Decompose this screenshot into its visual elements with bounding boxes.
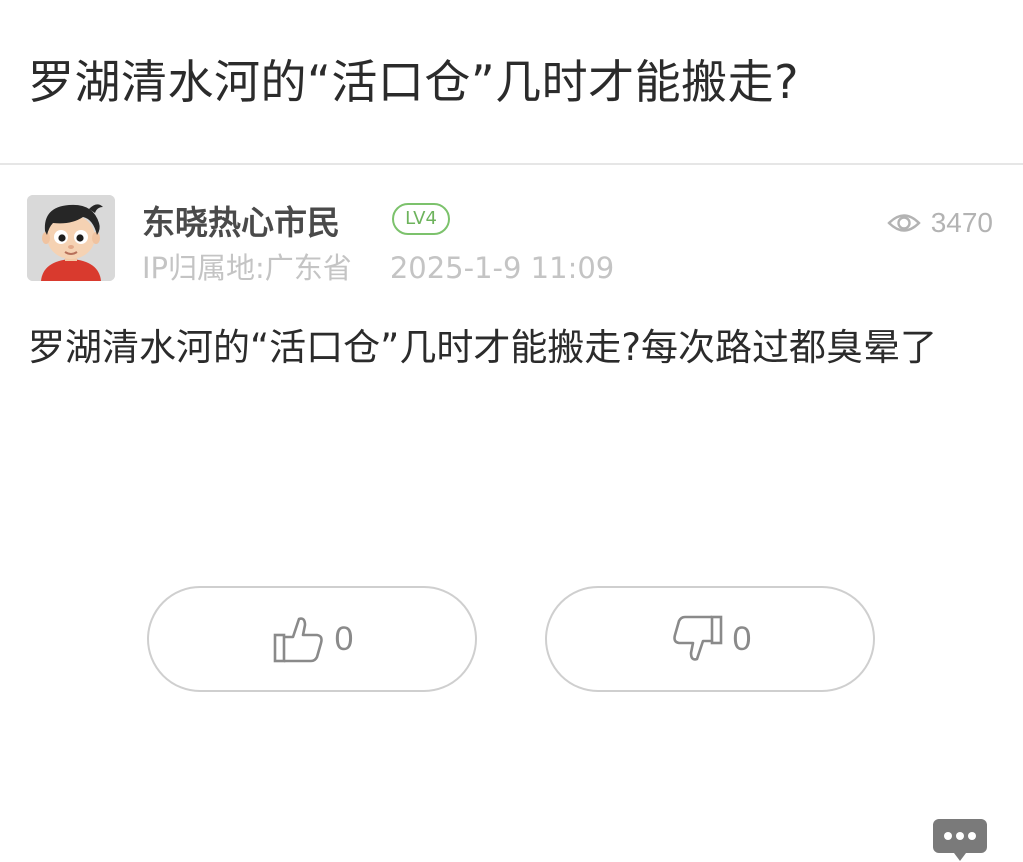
post-page: 罗湖清水河的“活口仓”几时才能搬走? 东晓热心市民 LV4 IP归属地:广东省 … (0, 0, 1023, 862)
view-count-value: 3470 (930, 207, 993, 238)
ip-location: IP归属地:广东省 (142, 251, 352, 285)
view-count: 3470 (887, 205, 993, 241)
title-bar: 罗湖清水河的“活口仓”几时才能搬走? (0, 0, 1023, 165)
comment-button[interactable] (932, 818, 988, 862)
post-datetime: 2025-1-9 11:09 (389, 251, 615, 285)
level-badge: LV4 (392, 203, 450, 235)
dislike-button[interactable]: 0 (545, 586, 875, 692)
avatar[interactable] (27, 195, 115, 281)
thumbs-down-icon (672, 615, 722, 661)
author-name[interactable]: 东晓热心市民 (142, 201, 340, 245)
page-title: 罗湖清水河的“活口仓”几时才能搬走? (28, 55, 800, 109)
post-body: 罗湖清水河的“活口仓”几时才能搬走?每次路过都臭晕了 (28, 326, 937, 369)
post-meta: IP归属地:广东省 2025-1-9 11:09 (142, 248, 614, 288)
dislike-count: 0 (732, 619, 752, 658)
like-button[interactable]: 0 (147, 586, 477, 692)
eye-icon (887, 214, 921, 232)
like-count: 0 (334, 619, 354, 658)
comment-bubble-icon (933, 819, 987, 861)
author-row: 东晓热心市民 LV4 IP归属地:广东省 2025-1-9 11:09 3470 (0, 188, 1023, 288)
avatar-illustration (27, 195, 115, 281)
thumbs-up-icon (273, 617, 323, 663)
